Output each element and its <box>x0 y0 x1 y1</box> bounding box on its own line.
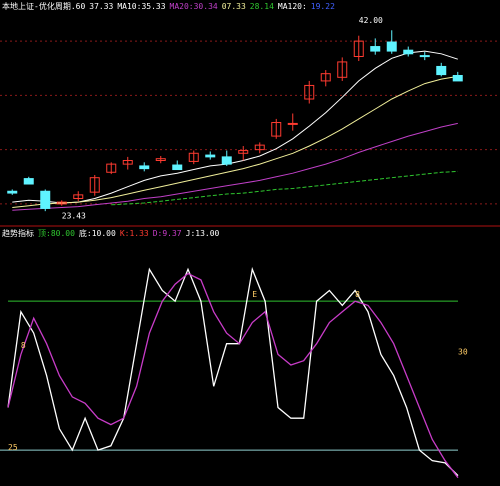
candle-body <box>172 164 183 171</box>
candle-body <box>40 190 51 209</box>
candle-body <box>221 156 232 165</box>
candle-body <box>205 154 216 158</box>
bottom-legend-item: 顶:80.00 <box>38 229 75 238</box>
top-legend-item: 07.33 <box>221 2 246 11</box>
top-legend-item: 19.22 <box>310 2 335 11</box>
top-legend-item: 本地上证-优化周期.60 <box>2 2 86 11</box>
top-legend-item: 37.33 <box>89 2 114 11</box>
top-legend-item: 28.14 <box>249 2 274 11</box>
candle-body <box>419 55 430 58</box>
price-annotation: 23.43 <box>62 211 86 220</box>
bottom-legend-item: 底:10.00 <box>78 229 116 238</box>
kline-chart: 42.00 23.43 8 8 30 25 E <box>0 16 500 479</box>
top-legend-item: MA10:35.33 <box>117 2 166 11</box>
signal-marker: 8 <box>21 341 26 350</box>
candle-body <box>287 122 298 125</box>
candle-body <box>23 178 34 185</box>
candle-body <box>436 65 447 76</box>
signal-marker: 30 <box>458 347 468 356</box>
bottom-legend-item: D:9.37 <box>152 229 182 238</box>
candle-body <box>7 190 18 194</box>
bottom-legend-item: K:1.33 <box>119 229 149 238</box>
ma-line <box>12 50 458 204</box>
top-panel-legend: 本地上证-优化周期.60 37.33 MA10:35.33 MA20:30.34 07.… <box>2 2 339 12</box>
ma-line <box>12 122 458 211</box>
d-line <box>7 272 459 479</box>
candle-body <box>139 165 150 170</box>
bottom-legend-item: 趋势指标 <box>2 229 34 238</box>
signal-marker: E <box>252 290 257 299</box>
candle-body <box>403 49 414 55</box>
candle-body <box>370 46 381 52</box>
top-legend-item: MA20:30.34 <box>169 2 218 11</box>
top-legend-item: MA120: <box>277 2 307 11</box>
ma-line <box>111 170 458 206</box>
signal-marker: 8 <box>355 290 360 299</box>
signal-marker: 25 <box>8 443 18 452</box>
bottom-panel-legend: 趋势指标 顶:80.00 底:10.00 K:1.33 D:9.37 J:13.00 <box>2 229 223 239</box>
candle-body <box>452 74 463 82</box>
candle-body <box>386 41 397 52</box>
bottom-legend-item: J:13.00 <box>185 229 220 238</box>
price-annotation: 42.00 <box>359 16 383 25</box>
k-line <box>7 266 459 477</box>
